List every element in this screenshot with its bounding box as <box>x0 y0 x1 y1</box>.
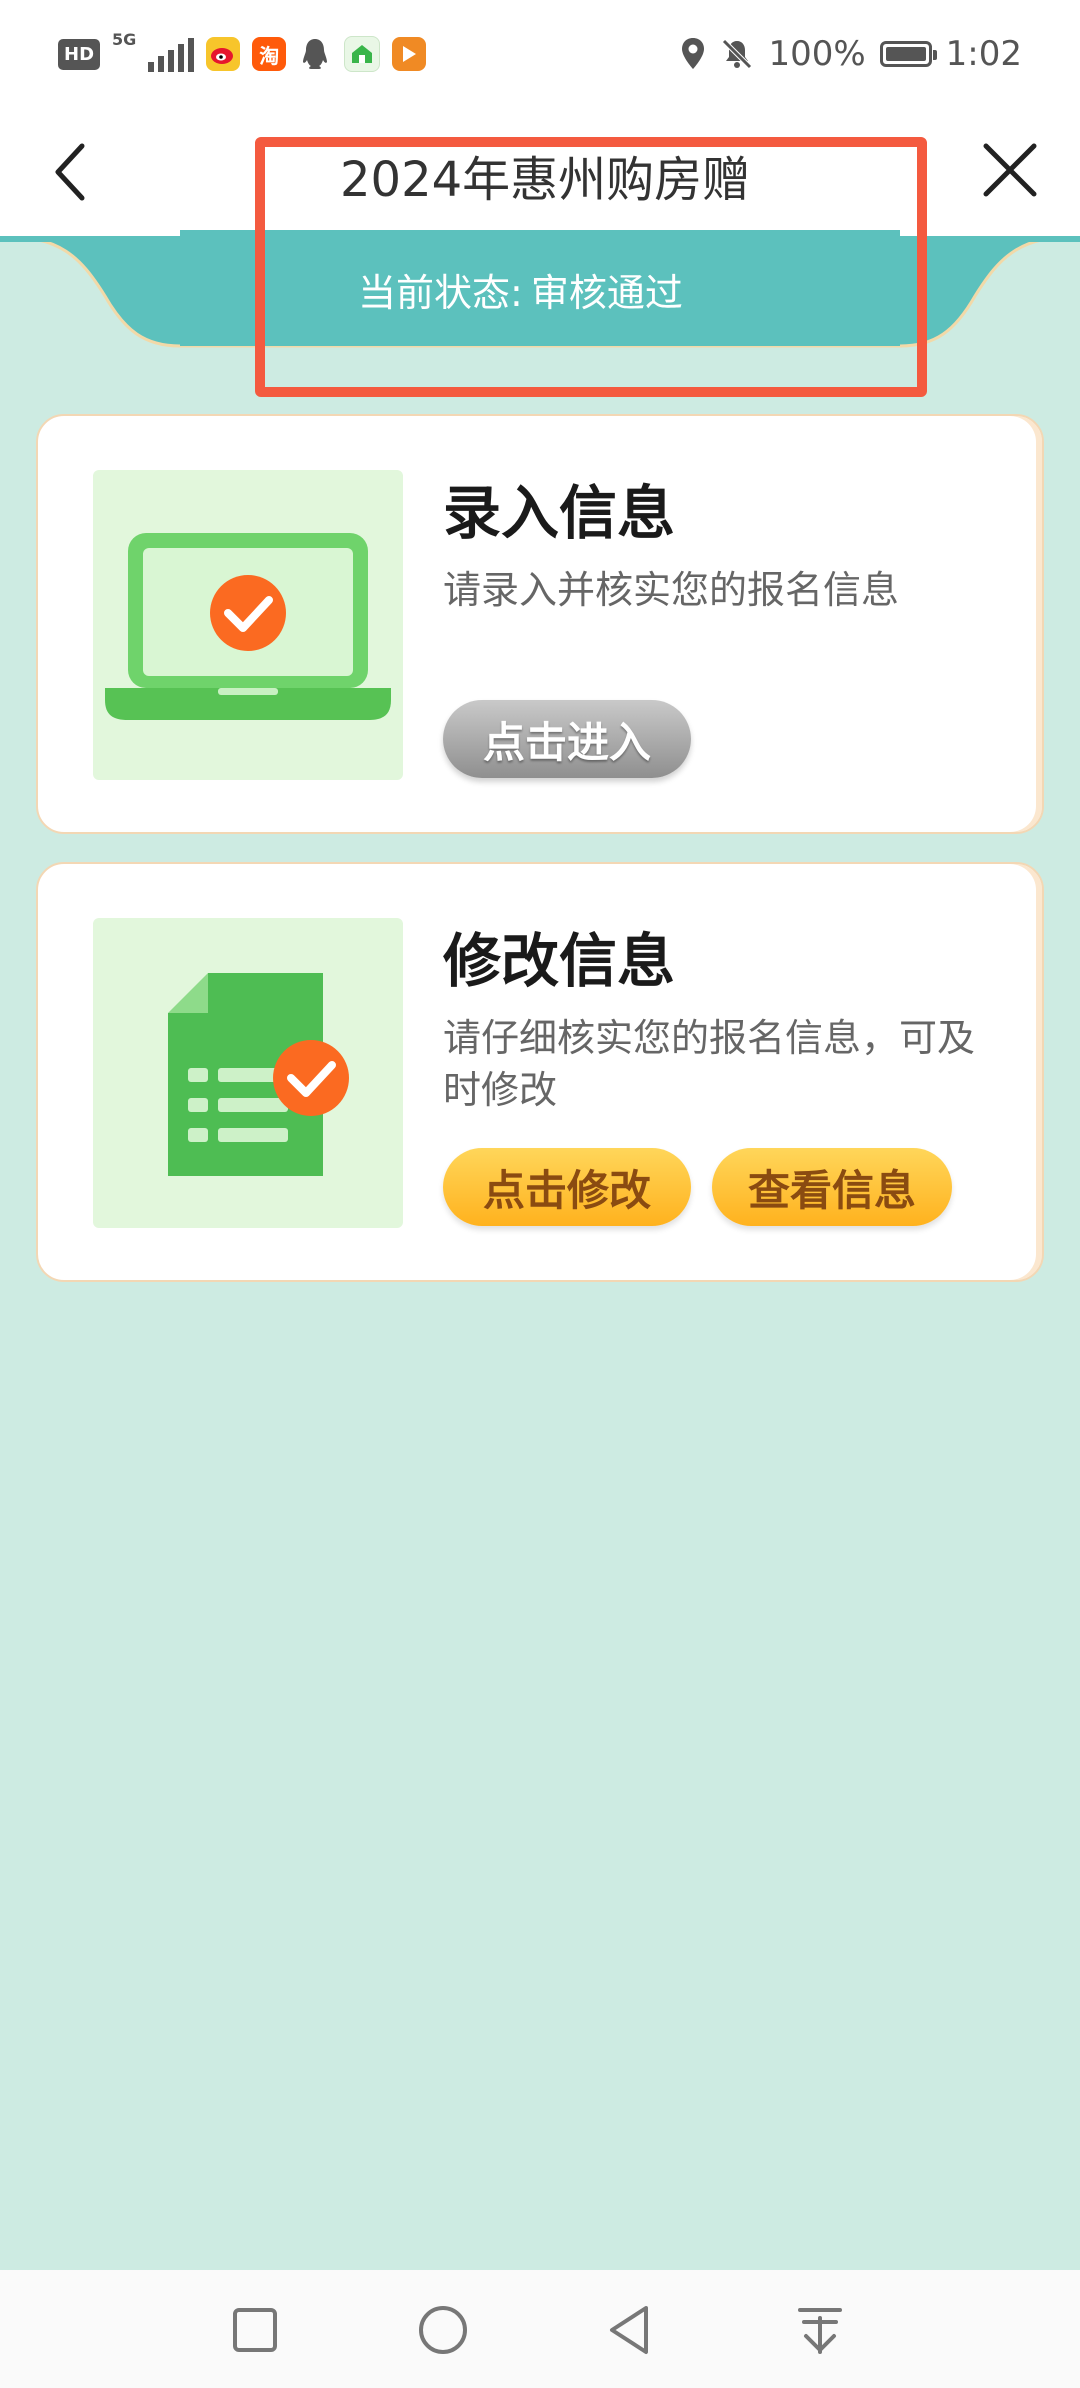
card-description: 请录入并核实您的报名信息 <box>443 568 900 612</box>
signal-icon <box>148 36 195 72</box>
taobao-icon: 淘 <box>252 37 287 71</box>
card-description: 请仔细核实您的报名信息，可及时修改 <box>443 1016 976 1112</box>
back-button[interactable] <box>44 138 100 206</box>
close-button[interactable] <box>978 138 1042 202</box>
network-label: 5G <box>112 30 137 49</box>
card-edit-info: 修改信息 请仔细核实您的报名信息，可及时修改 点击修改 查看信息 <box>36 862 1044 1282</box>
card-title: 修改信息 <box>443 927 676 995</box>
view-info-button[interactable]: 查看信息 <box>712 1148 952 1226</box>
home-button[interactable] <box>413 2300 473 2360</box>
notification-pull-button[interactable] <box>790 2300 850 2360</box>
laptop-check-icon <box>93 470 403 780</box>
status-right: 100% 1:02 <box>680 30 1022 78</box>
triangle-back-icon <box>610 2306 648 2354</box>
mute-bell-icon <box>722 39 753 69</box>
status-left: HD 5G 淘 <box>58 30 427 78</box>
enter-button[interactable]: 点击进入 <box>443 700 691 778</box>
weibo-icon <box>206 37 241 71</box>
battery-icon <box>879 41 937 67</box>
video-app-icon <box>392 37 427 71</box>
system-nav-bar <box>0 2270 1080 2388</box>
pull-down-icon <box>798 2308 842 2354</box>
chevron-left-icon <box>55 143 85 201</box>
hd-badge: HD <box>58 38 101 70</box>
housing-app-icon <box>344 36 381 72</box>
qq-icon <box>298 37 332 71</box>
back-nav-button[interactable] <box>600 2300 660 2360</box>
card-title: 录入信息 <box>443 479 676 547</box>
close-icon <box>983 143 1037 197</box>
circle-icon <box>419 2306 467 2354</box>
highlight-box <box>255 137 927 397</box>
card-enter-info: 录入信息 请录入并核实您的报名信息 点击进入 <box>36 414 1044 834</box>
clock: 1:02 <box>945 34 1022 74</box>
location-icon <box>682 38 705 69</box>
square-icon <box>233 2308 277 2352</box>
status-bar: HD 5G 淘 100% 1:02 <box>0 0 1080 108</box>
recents-button[interactable] <box>225 2300 285 2360</box>
battery-percent: 100% <box>768 34 866 74</box>
edit-button[interactable]: 点击修改 <box>443 1148 691 1226</box>
document-check-icon <box>93 918 403 1228</box>
